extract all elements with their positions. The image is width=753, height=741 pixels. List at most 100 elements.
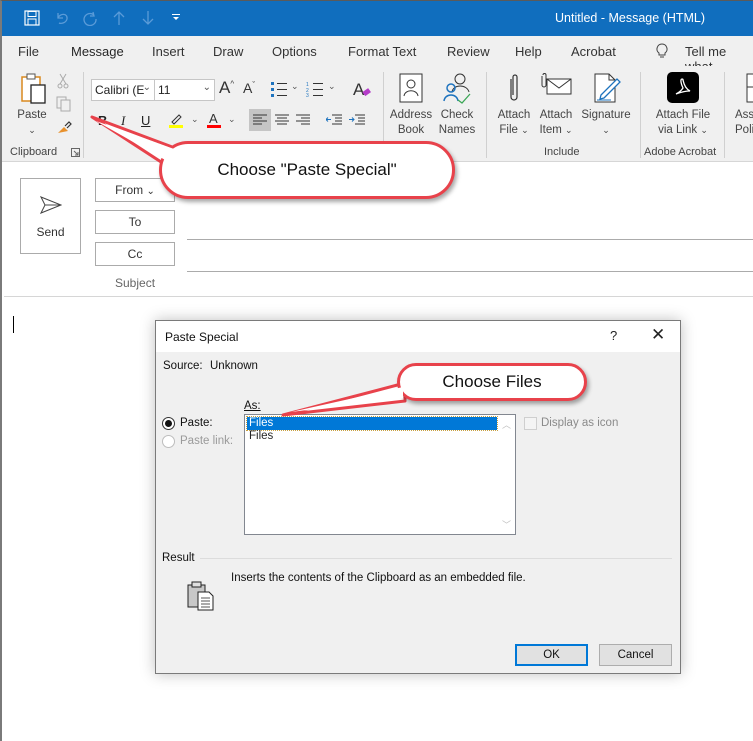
font-size-combo[interactable]: 11 ⌄ bbox=[154, 79, 215, 101]
svg-text:3: 3 bbox=[306, 93, 309, 97]
address-book-label-1: Address bbox=[389, 109, 433, 121]
numbering-dropdown-icon[interactable]: ⌄ bbox=[328, 81, 336, 92]
address-book-label-2: Book bbox=[397, 124, 425, 136]
chevron-down-icon: ⌄ bbox=[202, 82, 211, 93]
align-left-button[interactable] bbox=[249, 109, 271, 131]
cc-field[interactable] bbox=[187, 271, 753, 272]
display-as-icon-checkbox[interactable] bbox=[524, 417, 537, 430]
tab-insert[interactable]: Insert bbox=[152, 44, 185, 59]
dialog-title: Paste Special bbox=[165, 330, 239, 344]
format-painter-icon[interactable] bbox=[56, 119, 72, 135]
check-names-label-2: Names bbox=[438, 124, 476, 136]
undo-icon[interactable] bbox=[54, 10, 70, 26]
ok-button[interactable]: OK bbox=[515, 644, 588, 666]
attach-file-label-2: File bbox=[499, 124, 518, 136]
decrease-indent-icon[interactable] bbox=[326, 114, 342, 126]
increase-indent-icon[interactable] bbox=[349, 114, 365, 126]
tab-format-text[interactable]: Format Text bbox=[348, 44, 416, 59]
assign-policy-label-2: Poli bbox=[735, 124, 753, 136]
svg-text:A: A bbox=[209, 111, 218, 126]
outlook-message-window: Untitled - Message (HTML) File Message I… bbox=[0, 0, 753, 741]
assign-policy-icon bbox=[746, 73, 753, 103]
from-label: From bbox=[115, 183, 144, 197]
as-option-files[interactable]: Files bbox=[247, 430, 497, 443]
dialog-title-bar: Paste Special ? ✕ bbox=[156, 321, 680, 352]
clipboard-launcher-icon[interactable] bbox=[71, 148, 80, 157]
shrink-font-icon[interactable]: Aˇ bbox=[243, 80, 255, 96]
cut-icon[interactable] bbox=[57, 73, 69, 89]
paste-radio[interactable] bbox=[162, 417, 175, 430]
as-label: As: bbox=[244, 400, 261, 412]
send-icon bbox=[40, 196, 62, 214]
paste-link-radio[interactable] bbox=[162, 435, 175, 448]
paperclip-icon bbox=[510, 74, 518, 101]
display-as-icon-label[interactable]: Display as icon bbox=[541, 417, 618, 429]
previous-item-icon[interactable] bbox=[112, 10, 126, 26]
font-color-dropdown-icon[interactable]: ⌄ bbox=[228, 114, 236, 125]
signature-label: Signature bbox=[581, 109, 631, 121]
attach-item-icon bbox=[541, 73, 572, 95]
callout-choose-files: Choose Files bbox=[397, 363, 587, 401]
font-name-combo[interactable]: Calibri (E ⌄ bbox=[91, 79, 155, 101]
grow-font-icon[interactable]: A^ bbox=[219, 78, 234, 98]
tab-review[interactable]: Review bbox=[447, 44, 490, 59]
chevron-down-icon: ⌄ bbox=[146, 186, 155, 197]
address-book-icon bbox=[399, 73, 423, 103]
close-button[interactable]: ✕ bbox=[651, 325, 665, 345]
align-left-icon bbox=[253, 114, 267, 125]
font-name-value: Calibri (E bbox=[95, 83, 145, 97]
clipboard-result-icon bbox=[187, 581, 214, 611]
chevron-down-icon: ⌄ bbox=[700, 125, 708, 135]
align-right-icon[interactable] bbox=[296, 114, 310, 126]
attach-item-label-1: Attach bbox=[539, 109, 573, 121]
to-button[interactable]: To bbox=[95, 210, 175, 234]
result-description: Inserts the contents of the Clipboard as… bbox=[231, 572, 526, 584]
as-listbox[interactable]: Files Files ︿ ﹀ bbox=[244, 414, 516, 535]
redo-icon[interactable] bbox=[82, 10, 98, 26]
signature-icon bbox=[594, 73, 621, 103]
acrobat-logo-icon bbox=[675, 78, 691, 95]
attach-via-link-label-1: Attach File bbox=[655, 109, 711, 121]
cc-button[interactable]: Cc bbox=[95, 242, 175, 266]
bullets-dropdown-icon[interactable]: ⌄ bbox=[291, 81, 299, 92]
group-label-clipboard: Clipboard bbox=[10, 146, 58, 158]
paste-label: Paste bbox=[17, 109, 47, 121]
callout-pointer-fill-2 bbox=[291, 387, 403, 412]
scroll-down-icon[interactable]: ﹀ bbox=[502, 518, 511, 531]
copy-icon[interactable] bbox=[56, 96, 72, 112]
paste-dropdown-icon[interactable]: ⌄ bbox=[14, 122, 50, 138]
check-names-icon bbox=[443, 73, 471, 104]
listbox-scrollbar[interactable]: ︿ ﹀ bbox=[498, 415, 515, 534]
save-icon[interactable] bbox=[24, 10, 40, 26]
help-button[interactable]: ? bbox=[610, 328, 617, 343]
font-color-icon[interactable]: A bbox=[206, 111, 224, 129]
align-center-icon[interactable] bbox=[275, 114, 289, 126]
paste-link-radio-label[interactable]: Paste link: bbox=[180, 435, 233, 447]
tab-message[interactable]: Message bbox=[71, 44, 124, 68]
tab-acrobat[interactable]: Acrobat bbox=[571, 44, 616, 59]
next-item-icon[interactable] bbox=[141, 10, 155, 26]
result-label: Result bbox=[162, 552, 195, 564]
clear-formatting-icon[interactable]: A bbox=[352, 79, 372, 99]
chevron-down-icon: ⌄ bbox=[565, 125, 573, 135]
tab-file[interactable]: File bbox=[18, 44, 39, 59]
chevron-down-icon: ⌄ bbox=[521, 125, 529, 135]
tab-draw[interactable]: Draw bbox=[213, 44, 243, 59]
scroll-up-icon[interactable]: ︿ bbox=[502, 418, 511, 431]
acrobat-icon bbox=[667, 72, 699, 103]
send-button[interactable]: Send bbox=[20, 178, 81, 254]
attach-file-label-1: Attach bbox=[497, 109, 531, 121]
bullets-icon[interactable] bbox=[270, 81, 288, 97]
assign-policy-label-1: Ass bbox=[735, 109, 753, 121]
chevron-down-icon: ⌄ bbox=[602, 125, 610, 135]
tab-options[interactable]: Options bbox=[272, 44, 317, 59]
title-bar: Untitled - Message (HTML) bbox=[2, 1, 753, 36]
numbering-icon[interactable]: 123 bbox=[306, 81, 324, 97]
ribbon-tabs: File Message Insert Draw Options Format … bbox=[2, 36, 753, 74]
customize-qat-icon[interactable] bbox=[172, 14, 180, 22]
paste-radio-label[interactable]: Paste: bbox=[180, 417, 213, 429]
tab-help[interactable]: Help bbox=[515, 44, 542, 59]
to-field[interactable] bbox=[187, 239, 753, 240]
source-label: Source: bbox=[163, 360, 203, 372]
cancel-button[interactable]: Cancel bbox=[599, 644, 672, 666]
